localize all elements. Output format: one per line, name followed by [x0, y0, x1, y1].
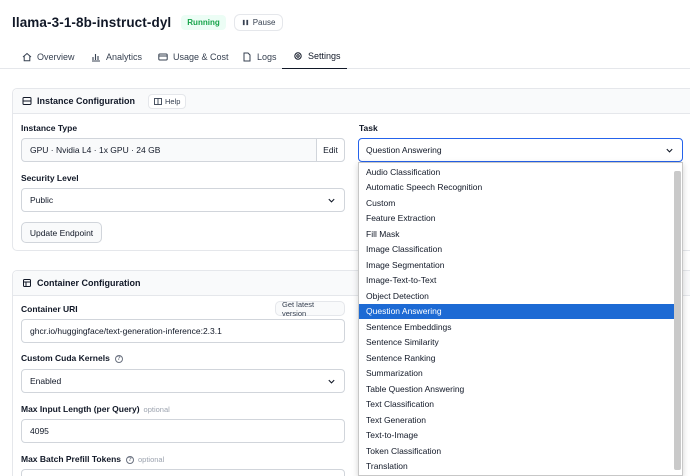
tab-label: Analytics [106, 51, 143, 62]
task-option[interactable]: Table Question Answering [359, 381, 674, 397]
instance-type-label: Instance Type [21, 123, 78, 133]
max-batch-prefill-input[interactable] [21, 469, 345, 476]
edit-instance-button[interactable]: Edit [316, 139, 344, 161]
tab-label: Logs [257, 51, 277, 62]
task-option[interactable]: Summarization [359, 366, 674, 382]
chevron-down-icon [666, 148, 673, 153]
cuda-value: Enabled [30, 376, 62, 386]
instance-type-field: GPU · Nvidia L4 · 1x GPU · 24 GB Edit [21, 138, 345, 162]
instance-config-header: Instance Configuration Help [13, 89, 690, 114]
task-option[interactable]: Question Answering [359, 303, 674, 319]
security-level-select[interactable]: Public [21, 188, 345, 212]
pause-icon [242, 19, 248, 26]
tab-label: Usage & Cost [173, 51, 229, 62]
custom-cuda-kernels-select[interactable]: Enabled [21, 369, 345, 393]
cube-icon [23, 279, 31, 287]
task-option[interactable]: Image Classification [359, 242, 674, 258]
help-circle-icon[interactable]: ? [114, 354, 123, 363]
task-option[interactable]: Custom [359, 195, 674, 211]
task-option[interactable]: Object Detection [359, 288, 674, 304]
task-option[interactable]: Token Classification [359, 443, 674, 459]
chevron-down-icon [328, 379, 335, 384]
task-option[interactable]: Sentence Ranking [359, 350, 674, 366]
task-option[interactable]: Image Segmentation [359, 257, 674, 273]
task-option[interactable]: Translation [359, 459, 674, 475]
file-icon [243, 52, 251, 61]
cuda-label-text: Custom Cuda Kernels [21, 353, 110, 363]
task-label: Task [359, 123, 378, 133]
task-option[interactable]: Text Classification [359, 397, 674, 413]
credit-card-icon [158, 53, 168, 60]
container-config-title: Container Configuration [37, 278, 141, 288]
get-latest-version-button[interactable]: Get latest version [275, 300, 345, 318]
tab-label: Overview [37, 51, 75, 62]
task-select[interactable]: Question Answering [358, 138, 683, 162]
task-option[interactable]: Sentence Similarity [359, 335, 674, 351]
tab-analytics[interactable]: Analytics [91, 44, 142, 69]
task-option[interactable]: Text-to-Image [359, 428, 674, 444]
optional-tag: optional [137, 455, 165, 464]
optional-tag: optional [143, 405, 170, 414]
dropdown-scrollbar[interactable] [674, 171, 681, 470]
task-option[interactable]: Image-Text-to-Text [359, 273, 674, 289]
container-uri-input[interactable]: ghcr.io/huggingface/text-generation-infe… [21, 319, 345, 343]
page-header: llama-3-1-8b-instruct-dyl Running Pause [12, 14, 284, 31]
max-batch-prefill-label: Max Batch Prefill Tokens? optional [21, 454, 164, 464]
tab-bar: Overview Analytics Usage & Cost Logs Set… [0, 44, 690, 69]
tab-overview[interactable]: Overview [22, 44, 75, 69]
endpoint-title: llama-3-1-8b-instruct-dyl [12, 15, 172, 30]
instance-config-title: Instance Configuration [37, 96, 136, 106]
chevron-down-icon [328, 198, 335, 203]
book-icon [154, 97, 162, 105]
bar-chart-icon [92, 53, 100, 62]
security-level-value: Public [30, 195, 54, 205]
server-icon [22, 97, 32, 105]
task-option[interactable]: Automatic Speech Recognition [359, 180, 674, 196]
gear-icon [294, 52, 302, 60]
task-option[interactable]: Audio Classification [359, 164, 674, 180]
container-uri-value: ghcr.io/huggingface/text-generation-infe… [30, 326, 222, 336]
max-input-value: 4095 [30, 426, 49, 436]
help-button[interactable]: Help [148, 93, 187, 109]
help-circle-icon[interactable]: ? [125, 455, 134, 464]
task-option[interactable]: Sentence Embeddings [359, 319, 674, 335]
tab-usage-cost[interactable]: Usage & Cost [158, 44, 229, 69]
task-option[interactable]: Feature Extraction [359, 211, 674, 227]
max-input-length-label: Max Input Length (per Query) optional [21, 404, 170, 414]
status-badge: Running [181, 15, 226, 30]
max-batch-label-text: Max Batch Prefill Tokens [21, 454, 121, 464]
task-dropdown-list[interactable]: Audio Classification Automatic Speech Rec… [358, 162, 683, 476]
task-value: Question Answering [366, 145, 442, 155]
task-option[interactable]: Text Generation [359, 412, 674, 428]
container-uri-label: Container URI [21, 304, 78, 314]
security-level-label: Security Level [21, 173, 79, 183]
task-option[interactable]: Fill Mask [359, 226, 674, 242]
max-input-length-input[interactable]: 4095 [21, 419, 345, 443]
pause-button[interactable]: Pause [233, 14, 284, 31]
home-icon [22, 52, 32, 61]
tab-settings[interactable]: Settings [282, 44, 347, 69]
max-input-label-text: Max Input Length (per Query) [21, 404, 140, 414]
tab-logs[interactable]: Logs [242, 44, 277, 69]
custom-cuda-kernels-label: Custom Cuda Kernels? [21, 353, 123, 363]
instance-type-value: GPU · Nvidia L4 · 1x GPU · 24 GB [30, 145, 161, 155]
update-endpoint-button[interactable]: Update Endpoint [21, 222, 102, 243]
tab-label: Settings [308, 51, 341, 61]
pause-label: Pause [252, 18, 276, 27]
help-label: Help [165, 96, 181, 106]
